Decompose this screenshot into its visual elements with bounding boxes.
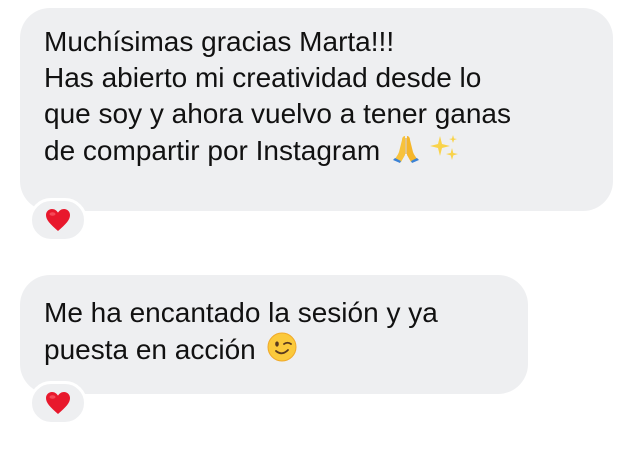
message-text-segment: de compartir por Instagram	[44, 135, 381, 166]
red-heart-icon	[45, 391, 71, 415]
message-text-line: que soy y ahora vuelvo a tener ganas	[44, 98, 511, 129]
red-heart-icon	[45, 208, 71, 232]
message-text-line: Me ha encantado la sesión y ya	[44, 297, 438, 328]
heart-reaction[interactable]	[29, 198, 87, 242]
folded-hands-icon	[390, 132, 422, 164]
sparkles-icon	[428, 132, 460, 164]
message-text-line: de compartir por Instagram	[44, 132, 589, 169]
message-bubble[interactable]: Me ha encantado la sesión y ya puesta en…	[20, 275, 528, 394]
message-text-segment: puesta en acción	[44, 334, 256, 365]
message-text-line: Muchísimas gracias Marta!!!	[44, 26, 395, 57]
message-bubble[interactable]: Muchísimas gracias Marta!!! Has abierto …	[20, 8, 613, 211]
winking-face-icon	[266, 331, 298, 363]
message-text-line: puesta en acción	[44, 331, 504, 368]
message-text-line: Has abierto mi creatividad desde lo	[44, 62, 482, 93]
heart-reaction[interactable]	[29, 381, 87, 425]
